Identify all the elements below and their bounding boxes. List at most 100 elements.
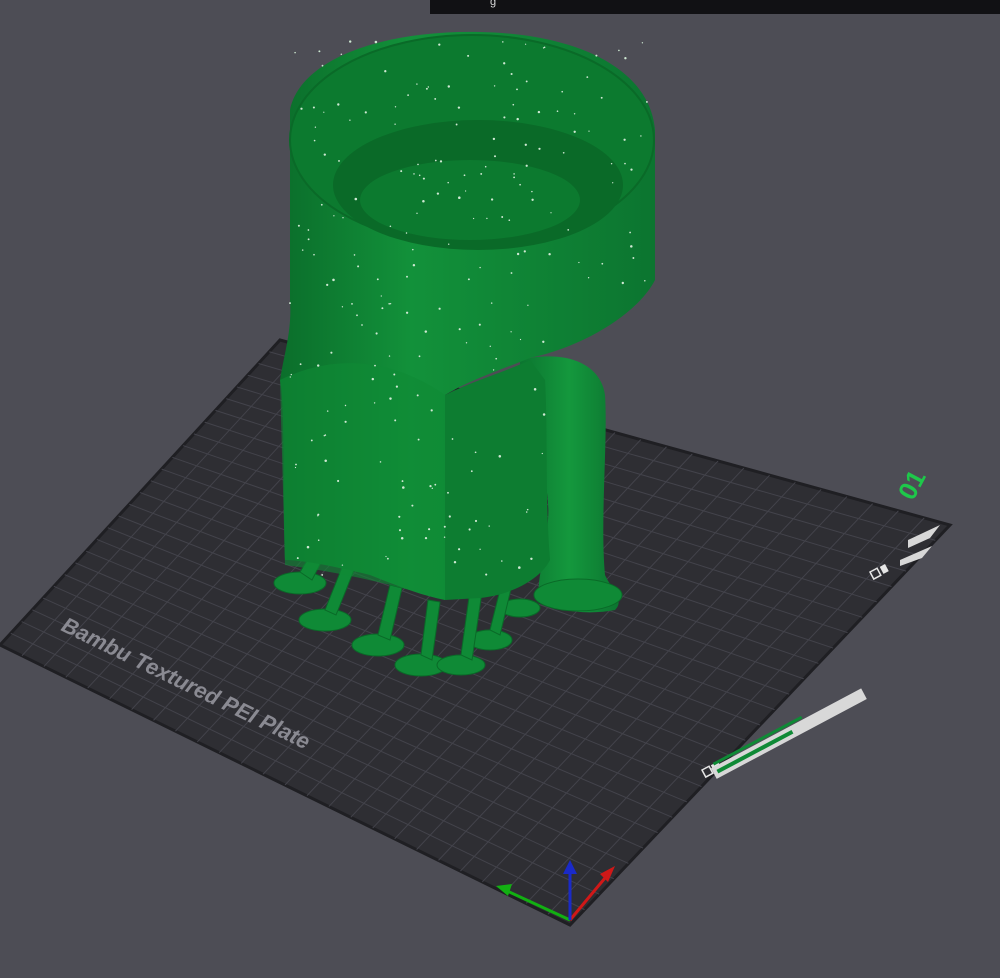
- speckle: [533, 388, 537, 391]
- speckle: [490, 302, 493, 304]
- speckle: [600, 96, 603, 99]
- speckle: [621, 281, 624, 285]
- speckle: [416, 394, 419, 397]
- speckle: [394, 123, 396, 125]
- speckle: [289, 302, 291, 305]
- model-lower-face: [445, 360, 550, 600]
- speckle: [376, 278, 379, 281]
- speckle: [530, 557, 533, 561]
- speckle: [373, 402, 376, 404]
- speckle: [425, 87, 428, 90]
- speckle: [438, 43, 441, 46]
- speckle: [630, 168, 633, 171]
- speckle: [417, 438, 420, 441]
- speckle: [306, 545, 310, 549]
- speckle: [644, 279, 646, 282]
- speckle: [313, 139, 316, 142]
- plate-number[interactable]: 01: [892, 465, 932, 505]
- speckle: [301, 249, 304, 251]
- speckle: [321, 64, 324, 67]
- speckle: [364, 111, 367, 114]
- speckle: [374, 40, 378, 44]
- speckle: [490, 198, 494, 201]
- speckle: [418, 174, 421, 177]
- speckle: [422, 177, 425, 180]
- speckle: [394, 419, 397, 422]
- speckle: [567, 229, 570, 231]
- speckle: [317, 539, 320, 541]
- speckle: [388, 355, 391, 357]
- speckle: [503, 62, 506, 65]
- speckle: [523, 250, 526, 253]
- speckle: [407, 94, 409, 96]
- speckle: [351, 303, 353, 305]
- speckle: [389, 225, 392, 228]
- speckle: [324, 459, 327, 462]
- speckle: [458, 328, 461, 331]
- speckle: [525, 80, 528, 83]
- speckle: [447, 85, 451, 88]
- speckle: [542, 413, 546, 416]
- speckle: [479, 266, 481, 269]
- speckle: [526, 508, 529, 511]
- speckle: [337, 479, 340, 483]
- speckle: [524, 143, 527, 146]
- speckle: [418, 355, 421, 358]
- speckle: [472, 217, 475, 220]
- speckle: [412, 263, 416, 267]
- speckle: [353, 254, 356, 256]
- speckle: [400, 170, 403, 173]
- speckle: [480, 172, 483, 175]
- speckle: [542, 47, 545, 49]
- speckle: [531, 198, 534, 201]
- speckle: [453, 560, 457, 564]
- speckle: [510, 331, 512, 333]
- speckle: [542, 340, 545, 343]
- speckle: [498, 455, 502, 458]
- speckle: [344, 420, 347, 423]
- speckle: [448, 243, 450, 245]
- speckle: [595, 54, 598, 57]
- speckle: [323, 153, 326, 156]
- speckle: [474, 519, 478, 523]
- speckle: [541, 452, 543, 455]
- speckle: [326, 283, 329, 287]
- speckle: [324, 434, 327, 436]
- speckle: [447, 491, 449, 494]
- speckle: [548, 252, 551, 256]
- speckle: [623, 138, 626, 141]
- speckle: [510, 272, 513, 274]
- speckle: [333, 215, 335, 217]
- speckle: [318, 50, 321, 53]
- speckle: [379, 461, 382, 463]
- speckle: [519, 183, 521, 186]
- 3d-viewport[interactable]: Bambu Textured PEI Plate 01: [0, 0, 1000, 978]
- speckle: [424, 536, 428, 540]
- speckle: [550, 212, 552, 214]
- speckle: [439, 160, 443, 163]
- speckle: [314, 126, 317, 128]
- speckle: [516, 117, 519, 121]
- speckle: [413, 173, 415, 175]
- speckle: [467, 278, 470, 281]
- speckle: [381, 307, 384, 310]
- speckle: [455, 123, 458, 126]
- speckle: [502, 41, 504, 43]
- speckle: [513, 173, 515, 175]
- speckle: [525, 511, 528, 513]
- speckle: [317, 364, 320, 367]
- speckle: [601, 262, 604, 265]
- speckle: [610, 162, 613, 165]
- speckle: [486, 217, 488, 220]
- speckle: [527, 304, 529, 306]
- speckle: [405, 232, 408, 234]
- speckle: [342, 217, 344, 219]
- speckle: [307, 229, 310, 231]
- speckle: [349, 40, 352, 43]
- model-inner-floor: [360, 160, 580, 240]
- speckle: [501, 560, 503, 562]
- speckle: [332, 278, 335, 282]
- speckle: [573, 130, 576, 133]
- speckle: [479, 548, 481, 550]
- speckle: [562, 151, 565, 154]
